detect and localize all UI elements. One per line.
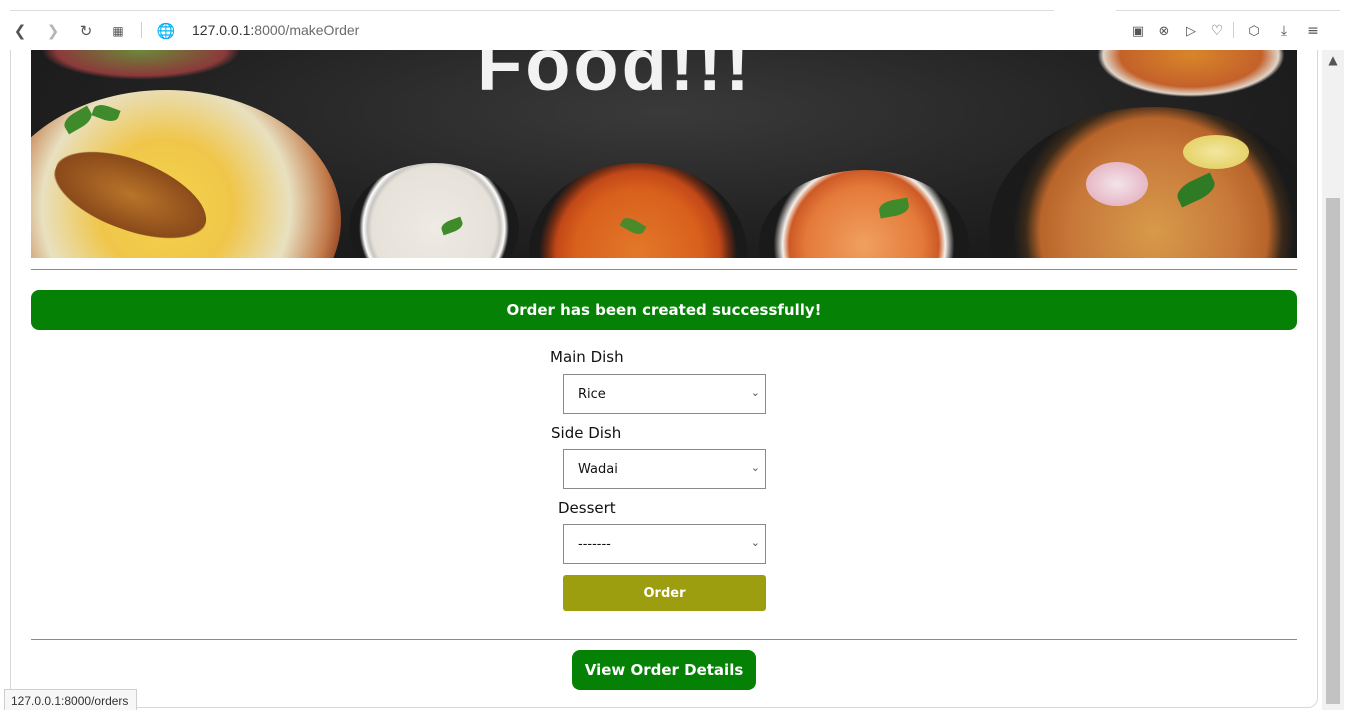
onion-rings-image [1086,162,1148,206]
url-path: 8000/makeOrder [254,22,360,38]
salad-plate-image [41,50,241,80]
download-icon[interactable]: ⤓ [1273,20,1295,42]
success-alert: Order has been created successfully! [31,290,1297,330]
chevron-down-icon: ⌄ [750,461,760,474]
chevron-down-icon: ⌄ [750,386,760,399]
scroll-up-arrow-icon[interactable]: ▲ [1322,50,1344,70]
send-icon[interactable]: ▷ [1180,20,1202,42]
divider-top [31,269,1297,270]
vegetable-dish-image [1091,50,1291,100]
raita-bowl-image [349,163,519,258]
main-dish-select[interactable]: Rice ⌄ [563,374,766,414]
side-dish-label: Side Dish [551,424,622,442]
globe-icon[interactable]: 🌐 [155,20,177,42]
main-dish-label: Main Dish [550,348,624,366]
food-banner-image: Food!!! [31,50,1297,258]
dessert-value: ------- [578,537,611,552]
lemon-slice-image [1183,135,1249,169]
dessert-label: Dessert [558,499,616,517]
chevron-down-icon: ⌄ [750,536,760,549]
dessert-select[interactable]: ------- ⌄ [563,524,766,564]
side-dish-value: Wadai [578,462,618,477]
browser-toolbar: ❮ ❯ ↻ ▦ 🌐 127.0.0.1:8000/makeOrder ▣ ⊗ ▷… [0,0,1348,50]
page-viewport: Food!!! Order has been created successfu… [10,50,1318,710]
sliders-icon[interactable]: ≡ [1302,20,1324,42]
chevron-left-icon[interactable]: ❮ [9,20,31,42]
main-dish-value: Rice [578,387,606,402]
reload-icon[interactable]: ↻ [75,20,97,42]
shield-x-icon[interactable]: ⊗ [1153,20,1175,42]
banner-title: Food!!! [477,50,753,106]
curry-bowl-image [759,170,969,258]
view-order-details-button[interactable]: View Order Details [572,650,756,690]
scrollbar-thumb[interactable] [1326,198,1340,704]
toolbar-divider-right [1233,22,1234,38]
toolbar-divider [141,22,142,38]
camera-icon[interactable]: ▣ [1127,20,1149,42]
vertical-scrollbar[interactable]: ▲ [1322,50,1344,710]
tab-strip-line [10,10,1054,11]
address-bar[interactable]: 127.0.0.1:8000/makeOrder [192,22,359,38]
cube-icon[interactable]: ⬡ [1243,20,1265,42]
heart-icon[interactable]: ♡ [1206,20,1228,42]
order-button[interactable]: Order [563,575,766,611]
side-dish-select[interactable]: Wadai ⌄ [563,449,766,489]
divider-bottom [31,639,1297,640]
tab-strip-line-right [1116,10,1340,11]
chevron-right-icon[interactable]: ❯ [42,20,64,42]
link-status-bar: 127.0.0.1:8000/orders [4,689,138,710]
tabs-grid-icon[interactable]: ▦ [107,20,129,42]
chicken-curry-bowl-image [529,163,747,258]
url-host: 127.0.0.1: [192,22,255,38]
